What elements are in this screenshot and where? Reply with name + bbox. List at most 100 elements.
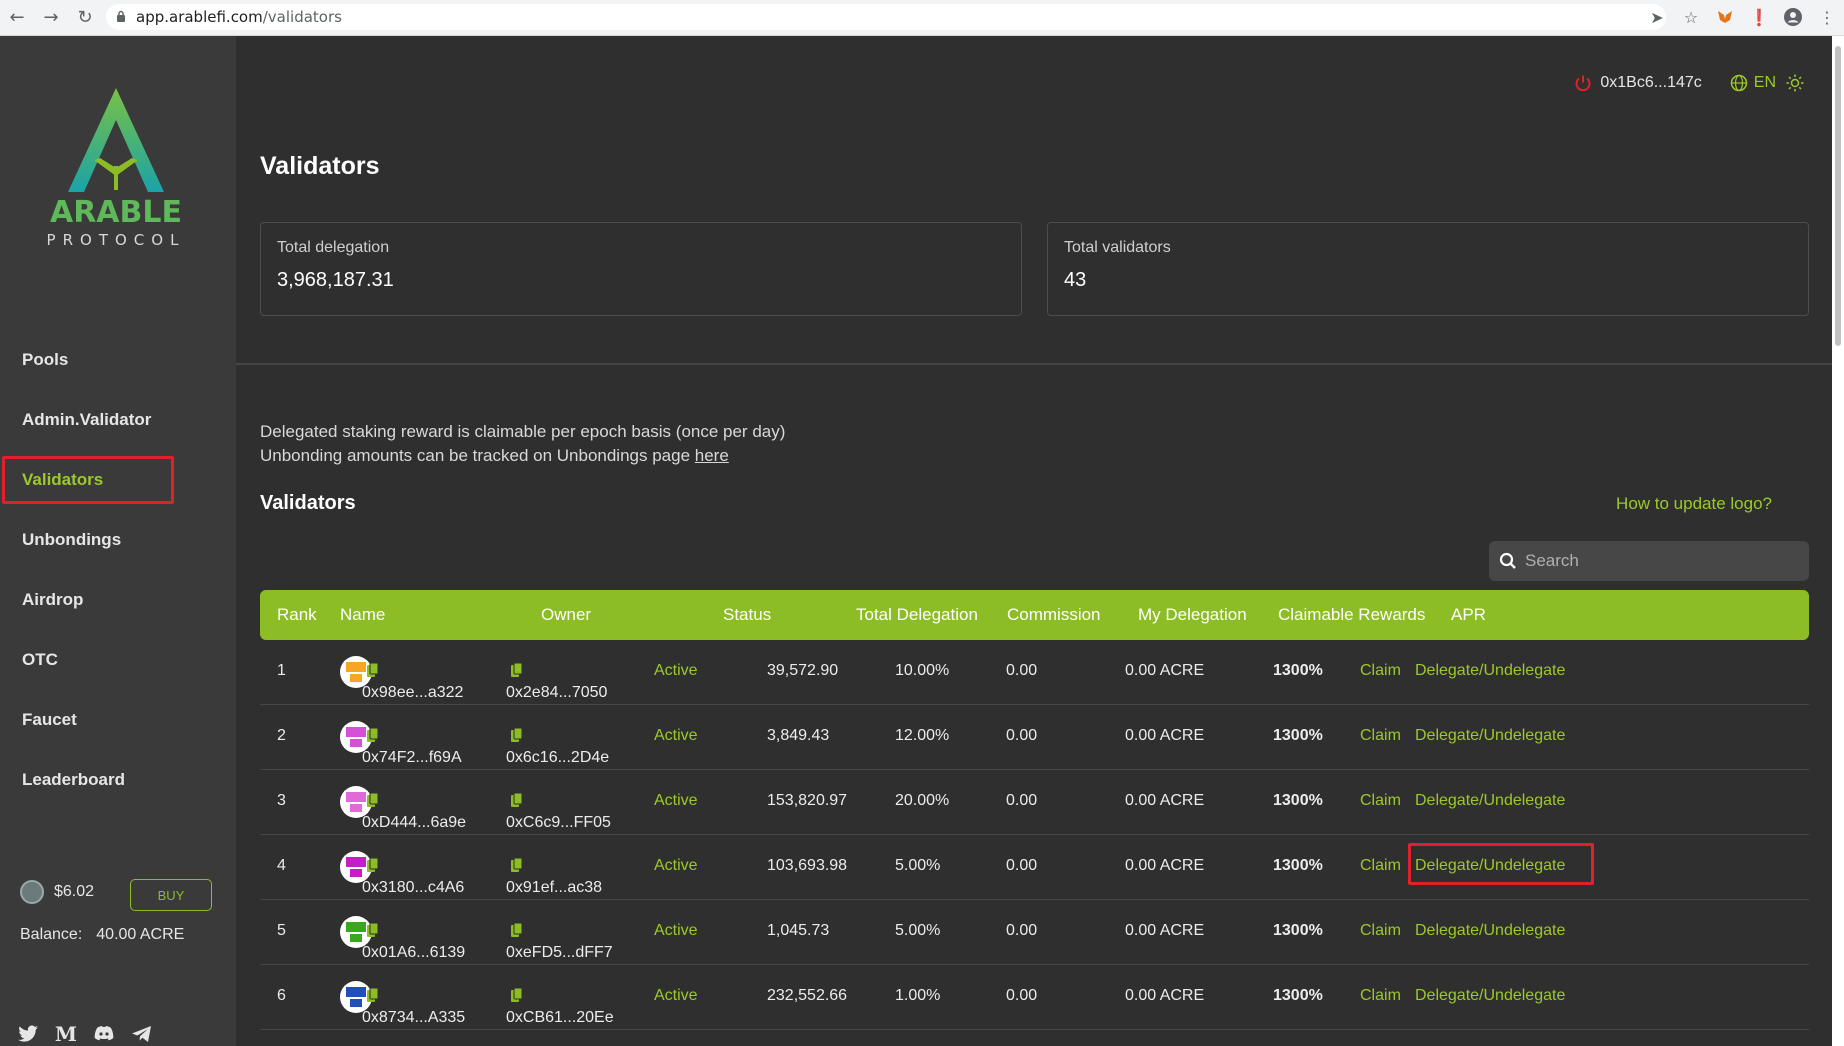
header-owner[interactable]: Owner — [541, 605, 591, 625]
header-apr[interactable]: APR — [1451, 605, 1486, 625]
copy-icon[interactable] — [367, 728, 378, 742]
sidebar-item-faucet[interactable]: Faucet — [0, 690, 236, 750]
search-input[interactable] — [1525, 551, 1805, 571]
balance: Balance: 40.00 ACRE — [20, 926, 184, 944]
copy-icon[interactable] — [511, 663, 522, 677]
copy-icon[interactable] — [367, 988, 378, 1002]
apr-cell: 1300% — [1273, 662, 1323, 679]
copy-icon[interactable] — [367, 858, 378, 872]
copy-icon[interactable] — [511, 858, 522, 872]
address-bar[interactable]: app.arablefi.com/validators — [106, 4, 1666, 30]
apr-cell: 1300% — [1273, 792, 1323, 809]
sidebar-item-leaderboard[interactable]: Leaderboard — [0, 750, 236, 810]
menu-icon[interactable]: ⋮ — [1810, 4, 1844, 30]
wallet-address[interactable]: 0x1Bc6...147c — [1600, 74, 1701, 92]
owner-cell: 0x91ef...ac38 — [506, 857, 602, 896]
unbondings-here-link[interactable]: here — [695, 446, 729, 465]
validator-name: 0xD444...6a9e — [362, 814, 467, 831]
status-badge: Active — [654, 727, 698, 744]
claim-button[interactable]: Claim — [1360, 987, 1401, 1005]
discord-icon[interactable] — [92, 1022, 116, 1046]
social-links: M — [16, 1022, 168, 1046]
status-badge: Active — [654, 857, 698, 874]
header-commission[interactable]: Commission — [1007, 605, 1101, 625]
language-selector[interactable]: EN — [1754, 74, 1776, 92]
reload-icon[interactable]: ↻ — [68, 1, 102, 35]
header-status[interactable]: Status — [723, 605, 771, 625]
status-badge: Active — [654, 987, 698, 1004]
total-delegation-cell: 1,045.73 — [767, 922, 830, 939]
status-badge: Active — [654, 792, 698, 809]
telegram-icon[interactable] — [130, 1022, 154, 1046]
header-claimable-rewards[interactable]: Claimable Rewards — [1278, 605, 1425, 625]
total-delegation-cell: 3,849.43 — [767, 727, 830, 744]
claim-button[interactable]: Claim — [1360, 857, 1401, 875]
owner-address: 0x2e84...7050 — [506, 684, 608, 701]
delegate-undelegate-button[interactable]: Delegate/Undelegate — [1415, 792, 1565, 810]
scrollbar[interactable] — [1832, 36, 1844, 1046]
claim-button[interactable]: Claim — [1360, 662, 1401, 680]
search-box[interactable] — [1489, 541, 1809, 581]
header-my-delegation[interactable]: My Delegation — [1138, 605, 1247, 625]
sidebar: ARABLE PROTOCOL Pools Admin.Validator Va… — [0, 36, 236, 1046]
header-total-delegation[interactable]: Total Delegation — [856, 605, 978, 625]
sidebar-nav: Pools Admin.Validator Validators Unbondi… — [0, 330, 236, 810]
table-row: 3 0xD444...6a9e 0xC6c9...FF05 Active 153,820… — [260, 770, 1809, 835]
extensions-icon[interactable]: ❗ — [1742, 4, 1776, 30]
rank-cell: 5 — [277, 922, 286, 939]
back-icon[interactable]: ← — [0, 1, 34, 35]
update-logo-link[interactable]: How to update logo? — [1616, 494, 1772, 514]
sidebar-item-label: Unbondings — [22, 530, 122, 549]
copy-icon[interactable] — [367, 793, 378, 807]
medium-icon[interactable]: M — [54, 1022, 78, 1046]
copy-icon[interactable] — [367, 663, 378, 677]
sidebar-item-unbondings[interactable]: Unbondings — [0, 510, 236, 570]
header-rank[interactable]: Rank — [277, 605, 317, 625]
claim-button[interactable]: Claim — [1360, 792, 1401, 810]
claim-button[interactable]: Claim — [1360, 922, 1401, 940]
delegate-undelegate-button[interactable]: Delegate/Undelegate — [1415, 987, 1565, 1005]
sidebar-item-airdrop[interactable]: Airdrop — [0, 570, 236, 630]
delegate-undelegate-button[interactable]: Delegate/Undelegate — [1415, 662, 1565, 680]
delegate-undelegate-button[interactable]: Delegate/Undelegate — [1415, 922, 1565, 940]
twitter-icon[interactable] — [16, 1022, 40, 1046]
lock-icon — [117, 10, 125, 22]
header-name[interactable]: Name — [340, 605, 385, 625]
sun-icon[interactable] — [1786, 74, 1804, 92]
scrollbar-thumb[interactable] — [1835, 46, 1841, 346]
claim-button[interactable]: Claim — [1360, 727, 1401, 745]
claimable-rewards-cell: 0.00 ACRE — [1125, 662, 1205, 679]
total-validators-card: Total validators 43 — [1047, 222, 1809, 316]
sidebar-item-pools[interactable]: Pools — [0, 330, 236, 390]
copy-icon[interactable] — [511, 793, 522, 807]
buy-button[interactable]: BUY — [130, 879, 212, 911]
forward-icon[interactable]: → — [34, 1, 68, 35]
validator-name-cell: 0x8734...A335 — [362, 987, 465, 1026]
validators-table-body: 1 0x98ee...a322 0x2e84...7050 Active 39,572.… — [260, 640, 1809, 1030]
sidebar-item-label: Pools — [22, 350, 69, 369]
copy-icon[interactable] — [511, 728, 522, 742]
profile-icon[interactable] — [1776, 4, 1810, 30]
share-icon[interactable]: ➤ — [1640, 4, 1674, 30]
sidebar-item-otc[interactable]: OTC — [0, 630, 236, 690]
copy-icon[interactable] — [511, 923, 522, 937]
sidebar-item-validators[interactable]: Validators — [0, 450, 236, 510]
arable-logo[interactable]: ARABLE PROTOCOL — [36, 80, 196, 250]
owner-address: 0x91ef...ac38 — [506, 879, 603, 896]
total-delegation-cell: 103,693.98 — [767, 857, 848, 874]
url-path: /validators — [262, 8, 342, 26]
star-icon[interactable]: ☆ — [1674, 4, 1708, 30]
globe-icon[interactable] — [1730, 74, 1748, 92]
rank-cell: 6 — [277, 987, 286, 1004]
metamask-icon[interactable] — [1708, 4, 1742, 30]
sidebar-item-admin-validator[interactable]: Admin.Validator — [0, 390, 236, 450]
total-validators-value: 43 — [1064, 269, 1087, 291]
delegate-undelegate-button[interactable]: Delegate/Undelegate — [1415, 727, 1565, 745]
copy-icon[interactable] — [511, 988, 522, 1002]
total-delegation-cell: 39,572.90 — [767, 662, 839, 679]
table-row: 5 0x01A6...6139 0xeFD5...dFF7 Active 1,045.7… — [260, 900, 1809, 965]
copy-icon[interactable] — [367, 923, 378, 937]
power-icon[interactable] — [1574, 74, 1592, 92]
acre-price-value: $6.02 — [54, 883, 95, 900]
sidebar-item-label: Admin.Validator — [22, 410, 152, 429]
